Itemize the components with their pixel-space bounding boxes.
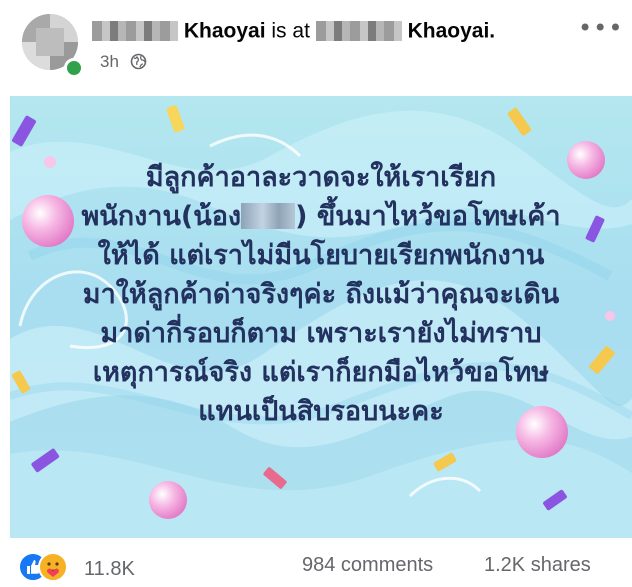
post-stats: 11.8K 984 comments 1.2K shares	[0, 548, 632, 584]
comments-count[interactable]: 984 comments	[302, 554, 433, 577]
globe-icon[interactable]	[130, 53, 147, 75]
post-time[interactable]: 3h	[100, 52, 119, 71]
post-header: Khaoyai is at Khaoyai. 3h •••	[0, 0, 632, 92]
blurred-name	[92, 21, 178, 42]
caption-line-6: เหตุการณ์จริง แต่เราก็ยกมือไหว้ขอโทษ	[92, 357, 550, 388]
blurred-location	[315, 21, 402, 42]
blurred-nickname	[241, 203, 296, 229]
more-options-icon[interactable]: •••	[578, 16, 623, 40]
caption-line-1: มีลูกค้าอาละวาดจะให้เราเรียก	[145, 162, 497, 193]
location-link[interactable]: Khaoyai.	[408, 19, 496, 42]
shares-count[interactable]: 1.2K shares	[484, 554, 591, 577]
caption-line-7: แทนเป็นสิบรอบนะคะ	[198, 396, 444, 427]
page-name-link[interactable]: Khaoyai	[184, 19, 266, 42]
reaction-count[interactable]: 11.8K	[84, 558, 135, 581]
care-icon	[38, 552, 68, 582]
image-caption: มีลูกค้าอาละวาดจะให้เราเรียก พนักงาน(น้อ…	[10, 158, 632, 431]
caption-line-4: มาให้ลูกค้าด่าจริงๆค่ะ ถึงแม้ว่าคุณจะเดิ…	[82, 279, 560, 310]
caption-line-2: พนักงาน(น้อง) ขึ้นมาไหว้ขอโทษเค้า	[81, 201, 561, 232]
post-action-text: is at	[271, 19, 310, 43]
post-meta: 3h	[100, 52, 147, 75]
caption-line-5: มาด่ากี่รอบก็ตาม เพราะเรายังไม่ทราบ	[100, 318, 542, 349]
post-title: Khaoyai is at Khaoyai.	[92, 16, 495, 46]
caption-line-3: ให้ได้ แต่เราไม่มีนโยบายเรียกพนักงาน	[97, 240, 545, 271]
online-status-dot	[64, 58, 84, 78]
post-image[interactable]: มีลูกค้าอาละวาดจะให้เราเรียก พนักงาน(น้อ…	[10, 96, 632, 538]
